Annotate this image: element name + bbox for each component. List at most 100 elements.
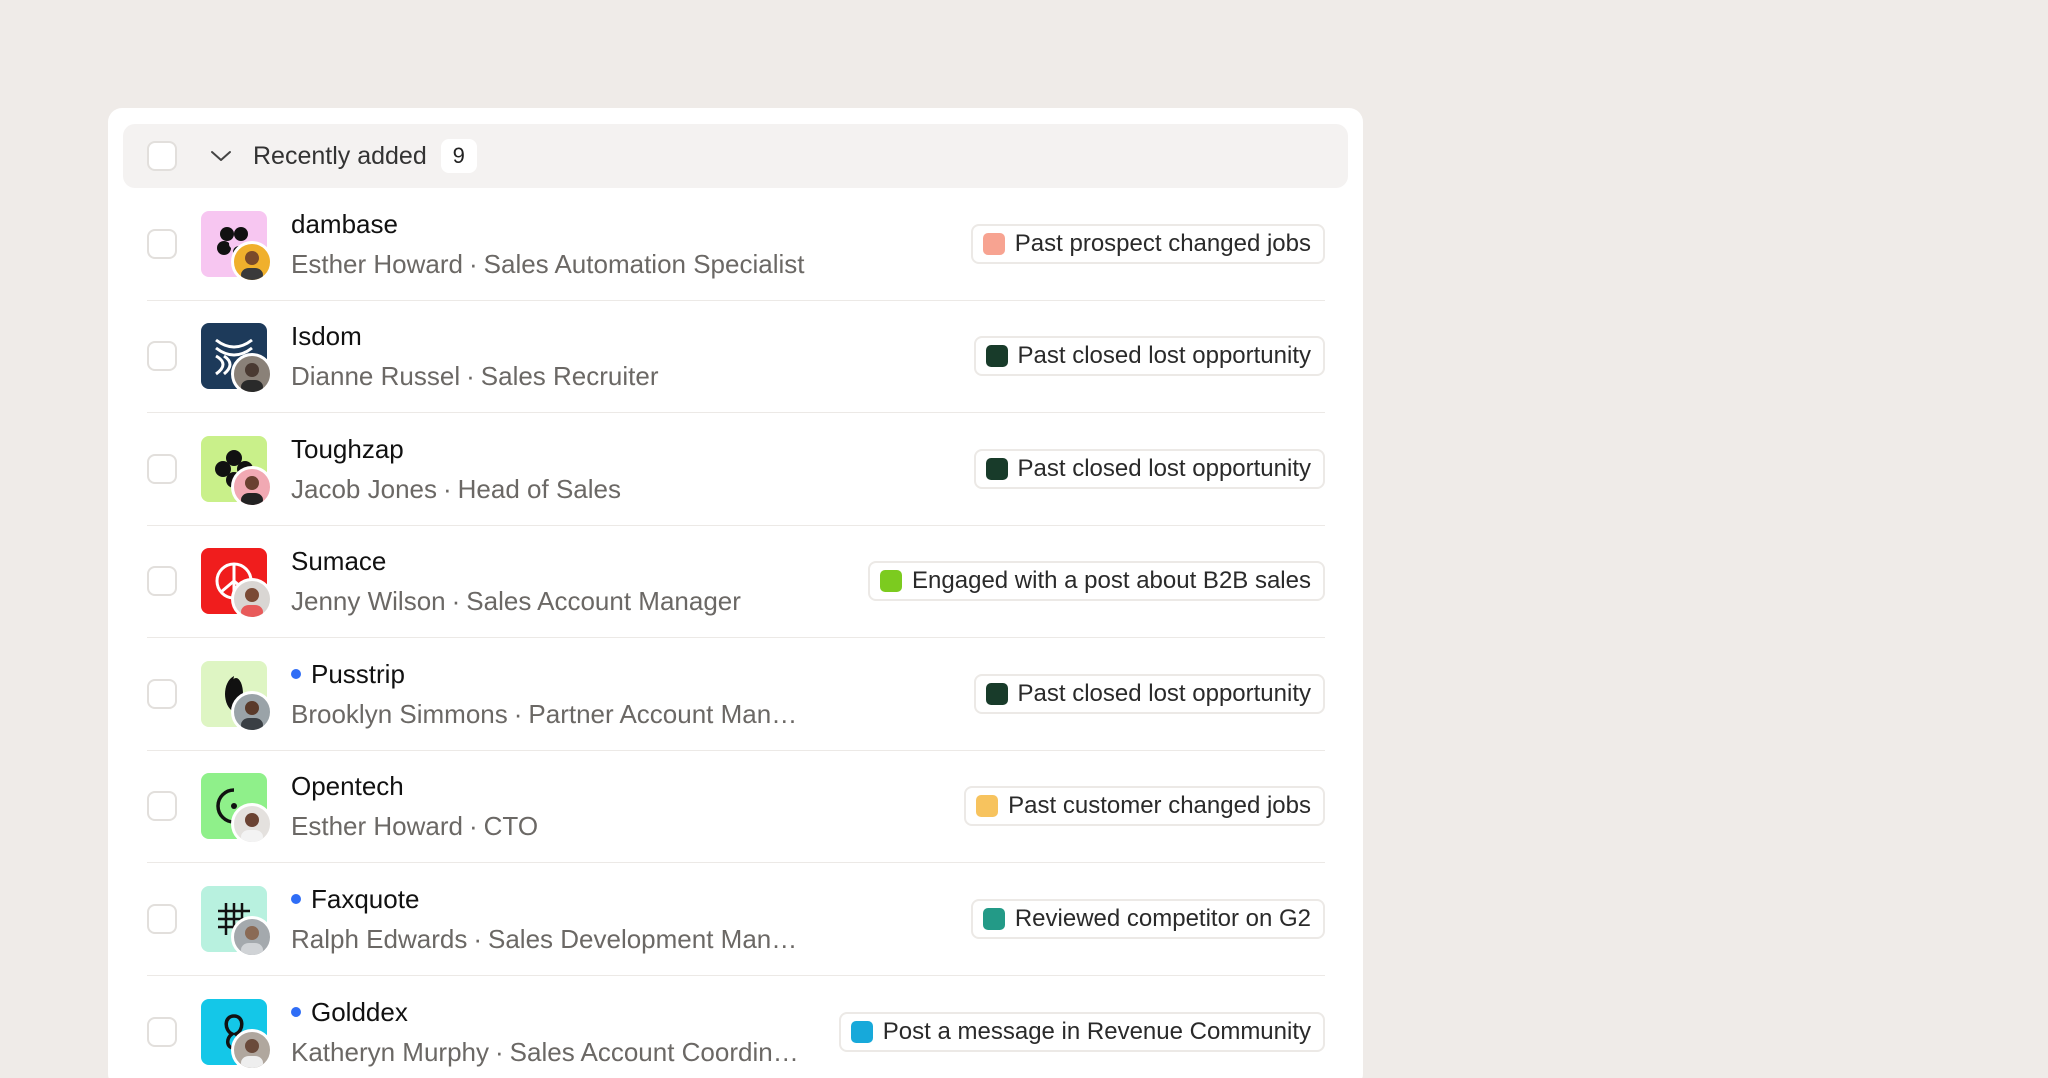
separator: · <box>473 923 482 954</box>
avatar <box>231 1028 273 1071</box>
chevron-down-icon[interactable] <box>209 144 233 168</box>
company-name: Sumace <box>291 544 868 578</box>
signal-label: Past closed lost opportunity <box>1017 679 1312 707</box>
signal-label: Past customer changed jobs <box>1008 792 1311 820</box>
signal-tag[interactable]: Past closed lost opportunity <box>973 673 1325 714</box>
contact-line: Dianne Russel · Sales Recruiter <box>291 359 811 393</box>
row-text: Golddex Katheryn Murphy · Sales Account Co… <box>291 995 839 1069</box>
company-name: Golddex <box>291 995 839 1029</box>
contact-line: Jacob Jones · Head of Sales <box>291 472 811 506</box>
list-item[interactable]: Opentech Esther Howard · CTO Past customer… <box>147 751 1325 863</box>
company-name-label: Isdom <box>291 321 362 352</box>
person-name: Jacob Jones <box>291 473 437 504</box>
contact-line: Ralph Edwards · Sales Development Manager <box>291 922 811 956</box>
company-logo-group <box>201 660 273 733</box>
company-logo-group <box>201 435 273 508</box>
company-name-label: Golddex <box>311 996 408 1027</box>
person-role: Partner Account Manager <box>528 698 811 729</box>
new-indicator-dot <box>291 668 301 679</box>
prospect-list: dambase Esther Howard · Sales Automation S… <box>123 188 1348 1078</box>
person-role: Head of Sales <box>457 473 621 504</box>
list-item[interactable]: dambase Esther Howard · Sales Automation S… <box>147 188 1325 301</box>
list-item[interactable]: Golddex Katheryn Murphy · Sales Account Co… <box>147 976 1325 1078</box>
company-name: Toughzap <box>291 432 974 466</box>
person-role: Sales Development Manager <box>487 923 811 954</box>
row-text: Sumace Jenny Wilson · Sales Account Manage… <box>291 544 868 618</box>
contact-line: Jenny Wilson · Sales Account Manager <box>291 584 811 618</box>
new-indicator-dot <box>291 1006 301 1017</box>
avatar <box>231 465 273 508</box>
separator: · <box>451 586 461 617</box>
separator: · <box>442 473 452 504</box>
separator: · <box>494 1036 504 1067</box>
list-panel: Recently added 9 dambase Esther Howard ·… <box>108 108 1363 1078</box>
company-logo-group <box>201 210 273 283</box>
signal-label: Reviewed competitor on G2 <box>1014 904 1311 932</box>
list-item[interactable]: Faxquote Ralph Edwards · Sales Development… <box>147 863 1325 976</box>
count-badge: 9 <box>440 139 477 173</box>
signal-tag[interactable]: Past customer changed jobs <box>964 786 1325 827</box>
row-checkbox[interactable] <box>147 228 177 259</box>
contact-line: Brooklyn Simmons · Partner Account Manager <box>291 697 811 731</box>
contact-line: Katheryn Murphy · Sales Account Coordin… <box>291 1035 811 1069</box>
contact-line: Esther Howard · Sales Automation Specialis… <box>291 247 811 281</box>
row-checkbox[interactable] <box>147 341 177 372</box>
separator: · <box>513 698 523 729</box>
company-name-label: Sumace <box>291 546 387 577</box>
avatar <box>231 915 273 958</box>
company-logo-group <box>201 885 273 958</box>
row-text: Pusstrip Brooklyn Simmons · Partner Accoun… <box>291 657 974 731</box>
signal-color-swatch <box>976 795 999 818</box>
person-name: Jenny Wilson <box>291 586 446 617</box>
person-name: Esther Howard <box>291 811 463 842</box>
page-background: Recently added 9 dambase Esther Howard ·… <box>0 0 2048 1078</box>
group-title: Recently added <box>253 141 427 170</box>
signal-tag[interactable]: Past closed lost opportunity <box>973 448 1325 489</box>
signal-label: Post a message in Revenue Community <box>882 1017 1311 1045</box>
row-text: Isdom Dianne Russel · Sales Recruiter <box>291 319 974 393</box>
row-checkbox[interactable] <box>147 566 177 597</box>
signal-color-swatch <box>850 1020 873 1043</box>
group-header[interactable]: Recently added 9 <box>123 124 1348 188</box>
list-item[interactable]: Isdom Dianne Russel · Sales Recruiter Past… <box>147 301 1325 413</box>
company-logo-group <box>201 323 273 396</box>
signal-tag[interactable]: Past closed lost opportunity <box>973 336 1325 377</box>
signal-label: Past closed lost opportunity <box>1017 342 1312 370</box>
signal-color-swatch <box>880 570 903 593</box>
signal-color-swatch <box>982 907 1005 930</box>
avatar <box>231 690 273 733</box>
company-name-label: Opentech <box>291 771 404 802</box>
company-name-label: dambase <box>291 208 398 239</box>
separator: · <box>466 361 475 392</box>
signal-tag[interactable]: Engaged with a post about B2B sales <box>868 561 1325 602</box>
select-all-checkbox[interactable] <box>147 141 177 171</box>
person-name: Esther Howard <box>291 248 463 279</box>
row-checkbox[interactable] <box>147 1016 177 1047</box>
row-text: dambase Esther Howard · Sales Automation S… <box>291 207 971 281</box>
signal-color-swatch <box>985 345 1008 368</box>
signal-color-swatch <box>985 457 1008 480</box>
row-checkbox[interactable] <box>147 453 177 484</box>
list-item[interactable]: Toughzap Jacob Jones · Head of Sales Past … <box>147 413 1325 526</box>
company-name: Pusstrip <box>291 657 974 691</box>
signal-tag[interactable]: Reviewed competitor on G2 <box>970 898 1325 939</box>
signal-tag[interactable]: Post a message in Revenue Community <box>838 1011 1325 1052</box>
list-item[interactable]: Pusstrip Brooklyn Simmons · Partner Accoun… <box>147 638 1325 751</box>
company-logo-group <box>201 998 273 1071</box>
row-text: Opentech Esther Howard · CTO <box>291 769 964 843</box>
contact-line: Esther Howard · CTO <box>291 809 811 843</box>
person-role: Sales Recruiter <box>480 361 659 392</box>
row-checkbox[interactable] <box>147 903 177 934</box>
row-checkbox[interactable] <box>147 678 177 709</box>
person-name: Katheryn Murphy <box>291 1036 489 1067</box>
avatar <box>231 578 273 621</box>
person-role: Sales Automation Specialist <box>483 248 805 279</box>
person-role: CTO <box>483 811 539 842</box>
signal-label: Past prospect changed jobs <box>1014 229 1311 257</box>
signal-tag[interactable]: Past prospect changed jobs <box>970 223 1325 264</box>
row-checkbox[interactable] <box>147 791 177 822</box>
avatar <box>231 240 273 283</box>
signal-color-swatch <box>982 232 1005 255</box>
company-logo-group <box>201 773 273 846</box>
list-item[interactable]: Sumace Jenny Wilson · Sales Account Manage… <box>147 526 1325 638</box>
